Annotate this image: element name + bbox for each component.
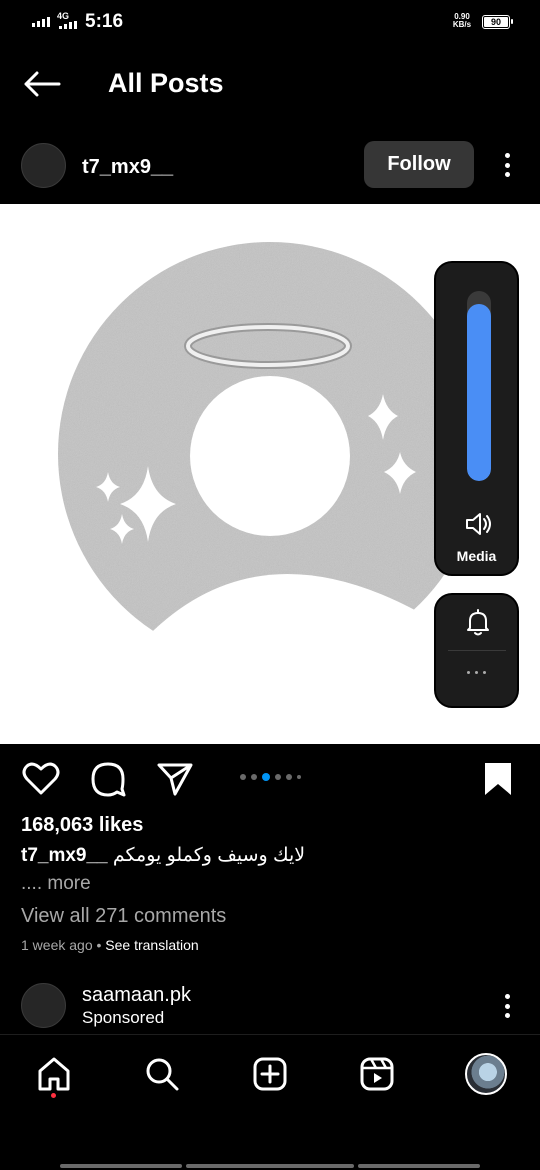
post-caption: t7_mx9__ لايك وسيف وكملو يومكم	[21, 844, 305, 867]
caption-more-link[interactable]: .... more	[21, 873, 91, 895]
signal-strength-secondary-icon	[59, 21, 77, 29]
nav-reels[interactable]	[356, 1053, 398, 1095]
post-author-avatar[interactable]	[21, 143, 66, 188]
likes-count[interactable]: 168,063 likes	[21, 814, 143, 837]
meta-separator: •	[92, 937, 106, 953]
home-notification-dot	[51, 1093, 56, 1098]
carousel-dot	[275, 774, 281, 780]
post-action-bar	[0, 756, 540, 802]
post-author-username[interactable]: t7_mx9__	[82, 156, 173, 179]
gesture-bar-right	[358, 1164, 480, 1168]
next-post-username[interactable]: saamaan.pk	[82, 984, 191, 1007]
carousel-dot	[262, 773, 270, 781]
nav-home[interactable]	[33, 1053, 75, 1095]
network-speed: 0.90 KB/s	[450, 13, 474, 29]
bell-icon[interactable]	[465, 609, 491, 637]
volume-stream-label: Media	[456, 548, 497, 564]
comment-icon[interactable]	[89, 760, 127, 798]
sponsored-label: Sponsored	[82, 1008, 165, 1027]
volume-slider[interactable]	[467, 291, 491, 481]
post-time-ago: 1 week ago	[21, 937, 93, 953]
bookmark-icon[interactable]	[479, 760, 517, 798]
panel-divider	[448, 650, 506, 651]
more-settings-icon[interactable]	[436, 671, 517, 674]
heart-icon[interactable]	[22, 760, 60, 798]
caption-username[interactable]: t7_mx9__	[21, 845, 108, 866]
post-header: t7_mx9__ Follow	[0, 138, 540, 194]
volume-panel: Media	[434, 261, 519, 576]
status-time: 5:16	[85, 11, 124, 32]
next-post-header: saamaan.pk Sponsored	[0, 980, 540, 1032]
caption-text: لايك وسيف وكملو يومكم	[112, 845, 306, 866]
bottom-nav	[0, 1034, 540, 1170]
speaker-icon[interactable]	[464, 511, 494, 537]
home-icon	[38, 1057, 70, 1091]
nav-search[interactable]	[141, 1053, 183, 1095]
post-meta: 1 week ago • See translation	[21, 937, 199, 953]
gesture-bar-left	[60, 1164, 182, 1168]
carousel-indicator	[240, 773, 301, 781]
reels-icon	[360, 1057, 394, 1091]
back-button[interactable]	[22, 68, 62, 100]
view-comments-link[interactable]: View all 271 comments	[21, 905, 226, 928]
carousel-dot	[251, 774, 257, 780]
volume-slider-fill	[467, 304, 491, 481]
share-icon[interactable]	[156, 760, 194, 798]
carousel-dot	[297, 775, 301, 779]
signal-strength-icon	[32, 17, 50, 27]
network-type: 4G	[57, 11, 70, 21]
nav-create[interactable]	[249, 1053, 291, 1095]
create-icon	[253, 1057, 287, 1091]
post-options-icon[interactable]	[496, 149, 518, 181]
page-title: All Posts	[108, 68, 224, 98]
carousel-dot	[286, 774, 292, 780]
battery-icon: 90	[482, 15, 513, 29]
search-icon	[146, 1058, 179, 1091]
nav-profile[interactable]	[465, 1053, 507, 1095]
follow-button[interactable]: Follow	[364, 141, 474, 188]
next-post-options-icon[interactable]	[496, 990, 518, 1022]
top-nav: All Posts	[0, 56, 540, 112]
avatar-silhouette	[58, 242, 482, 666]
see-translation-link[interactable]: See translation	[105, 937, 198, 953]
network-speed-unit: KB/s	[452, 20, 472, 29]
status-bar: 4G 5:16 0.90 KB/s 90	[0, 0, 540, 44]
next-post-avatar[interactable]	[21, 983, 66, 1028]
arrow-left-icon	[24, 71, 61, 97]
profile-avatar	[465, 1053, 507, 1095]
carousel-dot	[240, 774, 246, 780]
gesture-bar-center	[186, 1164, 354, 1168]
ringer-panel	[434, 593, 519, 708]
battery-level: 90	[490, 17, 501, 27]
